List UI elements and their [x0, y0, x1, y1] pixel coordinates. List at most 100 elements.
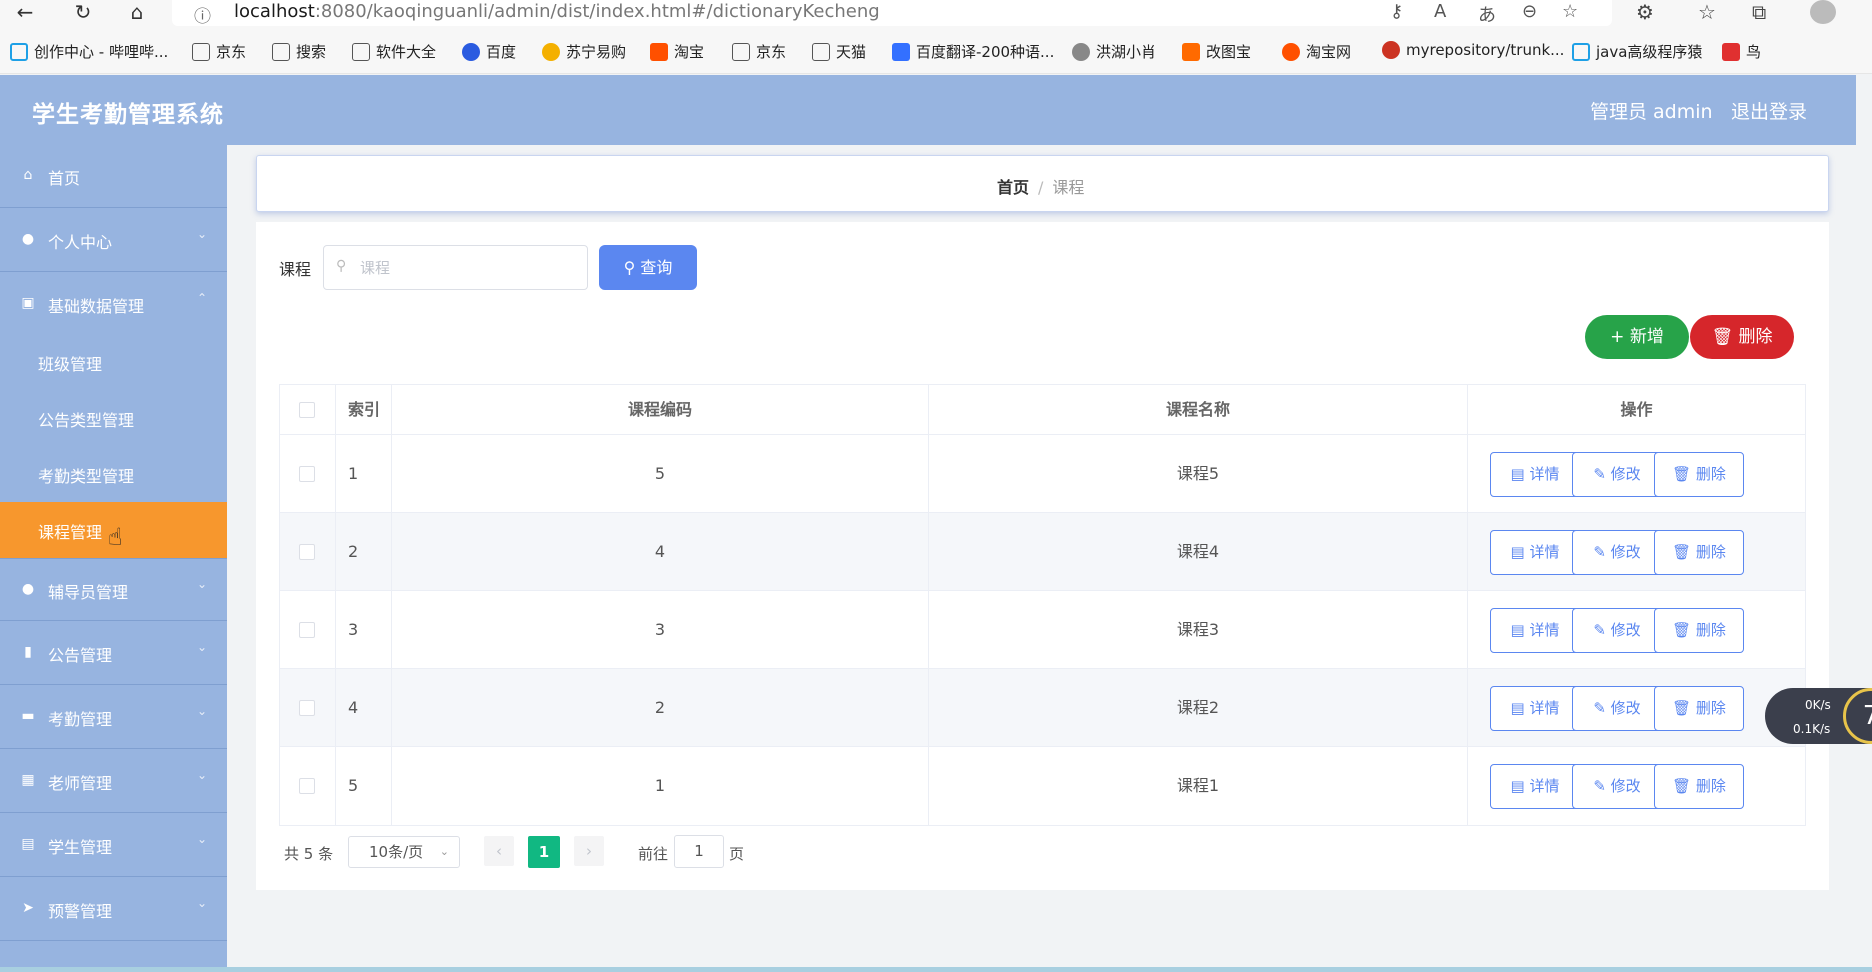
edit-button[interactable]: ✎ 修改	[1572, 764, 1662, 809]
detail-button[interactable]: ▤ 详情	[1490, 608, 1580, 653]
bird-icon	[1722, 43, 1740, 61]
delete-button[interactable]: 🗑 删除	[1654, 608, 1744, 653]
pencil-icon: ✎	[1593, 621, 1606, 639]
bookmark-item[interactable]: 淘宝网	[1282, 41, 1351, 62]
key-icon[interactable]: ⚷	[1390, 1, 1403, 22]
header-checkbox-cell	[280, 385, 336, 434]
bookmark-item[interactable]: 京东	[192, 41, 246, 62]
browser-toolbar: ← ↻ ⌂ ⓘ localhost:8080/kaoqinguanli/admi…	[0, 0, 1872, 28]
bookmark-item[interactable]: 创作中心 - 哔哩哔...	[10, 41, 168, 62]
breadcrumb-home[interactable]: 首页	[997, 178, 1029, 197]
bookmark-item[interactable]: 鸟	[1722, 41, 1761, 62]
extensions-icon[interactable]: ⚙	[1636, 0, 1654, 24]
sidebar-item-warning[interactable]: ➤ 预警管理 ⌄	[0, 878, 227, 941]
pagination-total: 共 5 条	[284, 845, 334, 863]
detail-button[interactable]: ▤ 详情	[1490, 686, 1580, 731]
delete-button[interactable]: 🗑 删除	[1654, 530, 1744, 575]
refresh-icon[interactable]: ↻	[70, 2, 96, 24]
back-arrow-icon[interactable]: ←	[12, 2, 38, 24]
row-code: 4	[392, 513, 929, 590]
sidebar-item-personal-center[interactable]: ● 个人中心 ⌄	[0, 209, 227, 272]
logout-link[interactable]: 退出登录	[1731, 97, 1807, 124]
address-bar[interactable]: ⓘ localhost:8080/kaoqinguanli/admin/dist…	[172, 0, 1612, 27]
delete-button[interactable]: 🗑 删除	[1654, 686, 1744, 731]
page-number-current[interactable]: 1	[528, 836, 560, 868]
query-button[interactable]: ⚲ 查询	[599, 245, 697, 290]
favorite-add-icon[interactable]: ☆	[1562, 1, 1578, 22]
bottom-strip	[0, 967, 1872, 972]
row-index: 3	[348, 620, 359, 639]
detail-button[interactable]: ▤ 详情	[1490, 530, 1580, 575]
detail-button[interactable]: ▤ 详情	[1490, 452, 1580, 497]
add-button[interactable]: + 新增	[1585, 315, 1689, 359]
edit-button[interactable]: ✎ 修改	[1572, 686, 1662, 731]
sidebar-item-label: 辅导员管理	[48, 583, 129, 602]
bookmark-item[interactable]: 软件大全	[352, 41, 436, 62]
sidebar-subitem-notice-type[interactable]: 公告类型管理	[0, 390, 227, 446]
sidebar-subitem-class[interactable]: 班级管理	[0, 334, 227, 390]
sidebar-item-label: 首页	[48, 169, 81, 188]
page-size-select[interactable]: 10条/页 ⌄	[348, 836, 460, 868]
bookmark-item[interactable]: 天猫	[812, 41, 866, 62]
sidebar-item-basic-data[interactable]: ▣ 基础数据管理 ⌃	[0, 273, 227, 336]
row-name: 课程2	[929, 669, 1468, 746]
bar-chart-icon: ▮	[24, 644, 32, 660]
bookmark-item[interactable]: 洪湖小肖	[1072, 41, 1156, 62]
read-aloud-icon[interactable]: A	[1434, 1, 1446, 22]
edit-button[interactable]: ✎ 修改	[1572, 530, 1662, 575]
row-checkbox[interactable]	[299, 700, 315, 716]
row-checkbox[interactable]	[299, 778, 315, 794]
zoom-out-icon[interactable]: ⊖	[1522, 1, 1537, 22]
search-input[interactable]	[358, 255, 578, 281]
search-label: 课程	[279, 260, 312, 279]
bookmark-item[interactable]: 淘宝	[650, 41, 704, 62]
sidebar-item-attendance[interactable]: ▬ 考勤管理 ⌄	[0, 686, 227, 749]
bookmark-item[interactable]: 百度	[462, 41, 516, 62]
batch-delete-button[interactable]: 🗑 删除	[1690, 315, 1794, 359]
sidebar-item-home[interactable]: ⌂ 首页	[0, 145, 227, 208]
edit-button[interactable]: ✎ 修改	[1572, 452, 1662, 497]
sidebar-item-teacher[interactable]: ▦ 老师管理 ⌄	[0, 750, 227, 813]
row-checkbox[interactable]	[299, 622, 315, 638]
sidebar-item-label: 个人中心	[48, 233, 113, 252]
collections-icon[interactable]: ⧉	[1752, 0, 1766, 24]
trash-icon: 🗑	[1672, 699, 1692, 717]
bookmark-item[interactable]: 百度翻译-200种语...	[892, 41, 1054, 62]
row-checkbox[interactable]	[299, 544, 315, 560]
translate-icon[interactable]: あ	[1478, 1, 1496, 27]
network-speed-widget[interactable]: 0K/s 0.1K/s 7	[1765, 688, 1872, 744]
profile-avatar[interactable]	[1810, 0, 1836, 24]
delete-button[interactable]: 🗑 删除	[1654, 764, 1744, 809]
goto-page-input[interactable]: 1	[674, 835, 724, 868]
sidebar-item-counselor[interactable]: ● 辅导员管理 ⌄	[0, 558, 227, 621]
bookmark-item[interactable]: 京东	[732, 41, 786, 62]
header-ops: 操作	[1620, 400, 1653, 419]
bookmark-item[interactable]: 苏宁易购	[542, 41, 626, 62]
bookmark-item[interactable]: 改图宝	[1182, 41, 1251, 62]
edit-button[interactable]: ✎ 修改	[1572, 608, 1662, 653]
search-field[interactable]: ⚲	[323, 245, 588, 290]
baidu-icon	[462, 43, 480, 61]
row-checkbox[interactable]	[299, 466, 315, 482]
sidebar-item-notice[interactable]: ▮ 公告管理 ⌄	[0, 622, 227, 685]
breadcrumb: 首页 / 课程	[256, 155, 1829, 212]
sidebar-subitem-attendance-type[interactable]: 考勤类型管理	[0, 446, 227, 502]
favorites-icon[interactable]: ☆	[1698, 0, 1716, 24]
speed-badge: 7	[1843, 688, 1872, 744]
sidebar-item-student[interactable]: ▤ 学生管理 ⌄	[0, 814, 227, 877]
search-icon: ⚲	[336, 258, 347, 274]
chevron-down-icon: ⌄	[439, 845, 449, 858]
next-page-button[interactable]: ›	[574, 836, 604, 866]
bookmark-item[interactable]: 搜索	[272, 41, 326, 62]
detail-button[interactable]: ▤ 详情	[1490, 764, 1580, 809]
bookmark-item[interactable]: java高级程序猿	[1572, 41, 1702, 62]
grid-icon: ▦	[21, 772, 35, 788]
trash-icon: 🗑	[1672, 543, 1692, 561]
row-code: 3	[392, 591, 929, 668]
bookmark-item[interactable]: myrepository/trunk...	[1382, 41, 1564, 59]
delete-button[interactable]: 🗑 删除	[1654, 452, 1744, 497]
info-icon[interactable]: ⓘ	[194, 2, 211, 27]
home-icon[interactable]: ⌂	[124, 2, 150, 24]
select-all-checkbox[interactable]	[299, 402, 315, 418]
prev-page-button[interactable]: ‹	[484, 836, 514, 866]
